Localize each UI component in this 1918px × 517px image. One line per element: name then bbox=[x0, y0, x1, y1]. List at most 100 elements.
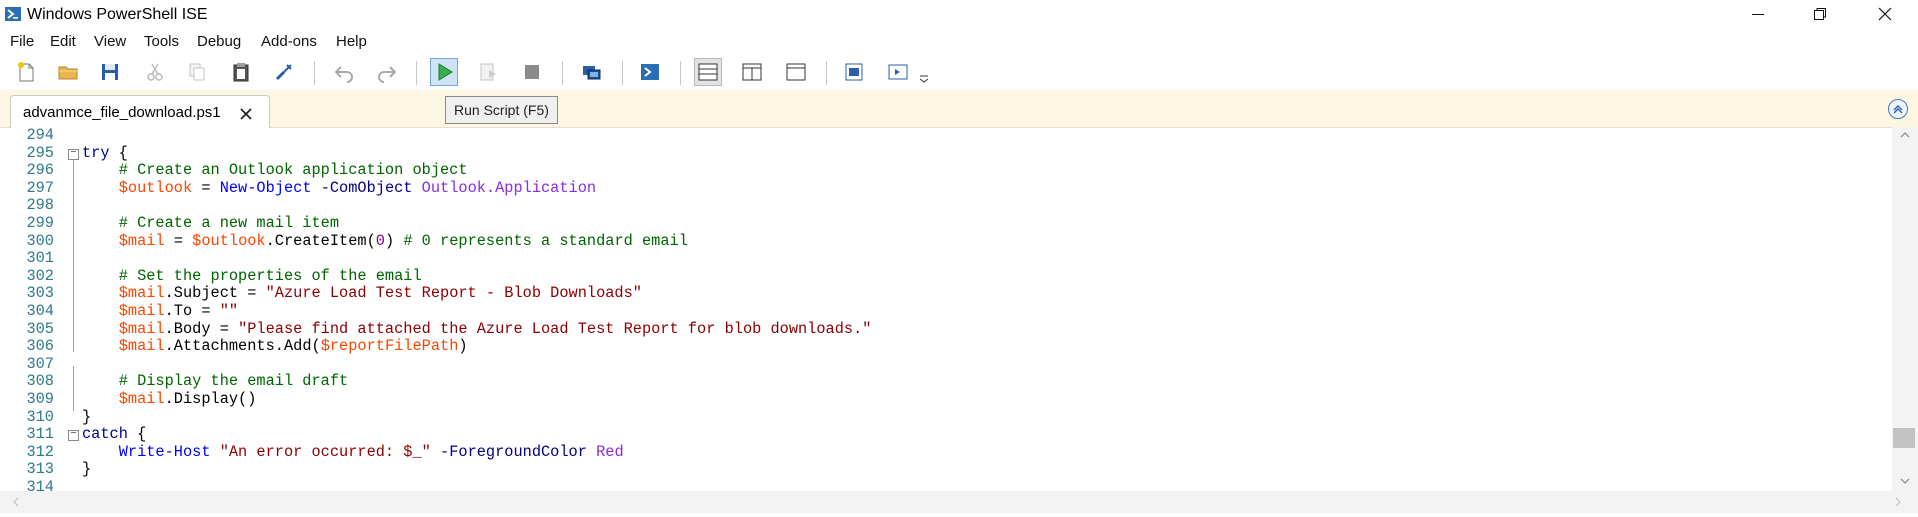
menu-debug[interactable]: Debug bbox=[197, 33, 241, 50]
show-script-pane-maximized-button[interactable] bbox=[782, 58, 810, 86]
fold-toggle-icon[interactable]: − bbox=[68, 430, 79, 442]
clipboard-icon bbox=[233, 63, 249, 82]
start-powershell-button[interactable] bbox=[636, 58, 664, 86]
redo-button[interactable] bbox=[373, 58, 401, 86]
window-title: Windows PowerShell ISE bbox=[27, 6, 208, 23]
run-selection-button[interactable] bbox=[474, 58, 502, 86]
vertical-scroll-thumb[interactable] bbox=[1893, 428, 1915, 448]
copy-button[interactable] bbox=[183, 58, 211, 86]
show-script-pane-top-button[interactable] bbox=[694, 58, 722, 86]
chevron-up-icon bbox=[1893, 105, 1903, 114]
code-line: 296 # Create an Outlook application obje… bbox=[0, 161, 1890, 180]
stop-button[interactable] bbox=[518, 58, 546, 86]
code-text: try { bbox=[82, 143, 128, 162]
layout-right-icon bbox=[742, 63, 762, 81]
tab-close-icon[interactable] bbox=[239, 102, 253, 126]
line-number: 303 bbox=[26, 284, 54, 303]
line-number: 309 bbox=[26, 390, 54, 408]
horizontal-scrollbar[interactable] bbox=[0, 491, 1918, 513]
clear-console-button[interactable] bbox=[270, 58, 298, 86]
open-folder-icon bbox=[58, 66, 78, 80]
collapse-script-pane-button[interactable] bbox=[1888, 99, 1908, 119]
cut-button[interactable] bbox=[141, 58, 169, 86]
code-line: 294 bbox=[0, 127, 1890, 145]
toolbar-overflow-button[interactable] bbox=[916, 58, 932, 86]
powershell-icon bbox=[641, 64, 659, 80]
copy-icon bbox=[189, 63, 205, 81]
menu-help[interactable]: Help bbox=[336, 33, 367, 50]
code-text: } bbox=[82, 407, 92, 426]
menu-view[interactable]: View bbox=[94, 33, 126, 50]
line-number: 299 bbox=[26, 214, 54, 232]
restore-button[interactable] bbox=[1790, 0, 1850, 30]
menu-tools[interactable]: Tools bbox=[144, 33, 179, 50]
code-text: $mail.Subject = "Azure Load Test Report … bbox=[118, 284, 642, 303]
code-text: $mail.Body = "Please find attached the A… bbox=[118, 319, 872, 338]
command-add-on-icon bbox=[888, 64, 908, 80]
line-number: 300 bbox=[26, 231, 54, 250]
redo-icon bbox=[378, 66, 397, 83]
menu-file[interactable]: File bbox=[10, 33, 34, 50]
undo-button[interactable] bbox=[330, 58, 358, 86]
code-text: } bbox=[82, 460, 92, 479]
line-number: 306 bbox=[26, 337, 54, 356]
code-line: 297 $outlook = New-Object -ComObject Out… bbox=[0, 178, 1890, 198]
menu-add-ons[interactable]: Add-ons bbox=[261, 33, 317, 50]
toolbar-separator bbox=[826, 61, 827, 85]
show-script-pane-right-button[interactable] bbox=[738, 58, 766, 86]
line-number: 296 bbox=[26, 161, 54, 180]
toolbar-separator bbox=[562, 61, 563, 85]
code-text: $mail.To = "" bbox=[118, 302, 239, 320]
new-file-icon bbox=[18, 62, 34, 82]
code-line: 299 # Create a new mail item bbox=[0, 214, 1890, 233]
code-line: 301 bbox=[0, 250, 1890, 268]
code-line: 314 bbox=[0, 478, 1890, 491]
paste-button[interactable] bbox=[227, 58, 255, 86]
save-icon bbox=[102, 64, 118, 80]
toolbar-separator bbox=[416, 61, 417, 85]
script-editor[interactable]: 294 295− try { 296 # Create an Outlook ap… bbox=[0, 127, 1892, 491]
powershell-ise-icon bbox=[5, 7, 21, 21]
layout-maximized-icon bbox=[786, 63, 806, 81]
code-line: 306 $mail.Attachments.Add($reportFilePat… bbox=[0, 337, 1890, 356]
show-command-window-button[interactable] bbox=[840, 58, 868, 86]
code-text: # Set the properties of the email bbox=[118, 266, 422, 285]
line-number: 301 bbox=[26, 249, 54, 268]
menu-edit[interactable]: Edit bbox=[50, 33, 76, 50]
line-number: 314 bbox=[26, 478, 54, 491]
layout-top-icon bbox=[698, 63, 718, 81]
code-text: $mail.Display() bbox=[118, 390, 257, 408]
minimize-button[interactable] bbox=[1728, 0, 1788, 30]
new-remote-tab-button[interactable] bbox=[577, 58, 605, 86]
line-number: 297 bbox=[26, 178, 54, 197]
line-number: 305 bbox=[26, 319, 54, 338]
run-script-button[interactable] bbox=[430, 58, 458, 86]
run-selection-icon bbox=[480, 63, 496, 81]
open-button[interactable] bbox=[54, 58, 82, 86]
run-script-tooltip: Run Script (F5) bbox=[445, 96, 558, 124]
show-command-add-on-button[interactable] bbox=[884, 58, 912, 86]
code-line: 308 # Display the email draft bbox=[0, 373, 1890, 391]
code-text: # Display the email draft bbox=[118, 372, 349, 391]
code-line: 303 $mail.Subject = "Azure Load Test Rep… bbox=[0, 285, 1890, 303]
menu-bar: File Edit View Tools Debug Add-ons Help bbox=[0, 30, 1918, 54]
close-button[interactable] bbox=[1855, 0, 1915, 30]
tab-label: advanmce_file_download.ps1 bbox=[23, 104, 221, 121]
brush-icon bbox=[275, 64, 292, 81]
code-text: catch { bbox=[82, 425, 147, 444]
line-number: 311 bbox=[26, 425, 54, 444]
code-text: $mail.Attachments.Add($reportFilePath) bbox=[118, 337, 468, 356]
line-number: 294 bbox=[26, 127, 54, 144]
tab-advanmce-file-download[interactable]: advanmce_file_download.ps1 bbox=[10, 95, 270, 128]
code-line: 300 $mail = $outlook.CreateItem(0) # 0 r… bbox=[0, 231, 1890, 251]
new-script-button[interactable] bbox=[12, 58, 40, 86]
code-text: # Create an Outlook application object bbox=[118, 161, 468, 180]
fold-toggle-icon[interactable]: − bbox=[68, 148, 79, 160]
line-number: 298 bbox=[26, 196, 54, 215]
save-button[interactable] bbox=[96, 58, 124, 86]
remote-computer-icon bbox=[583, 66, 601, 80]
horizontal-scroll-arrows-icon bbox=[13, 497, 1901, 507]
code-text: $mail = $outlook.CreateItem(0) # 0 repre… bbox=[118, 231, 688, 250]
play-icon bbox=[438, 63, 453, 81]
line-number: 312 bbox=[26, 442, 54, 461]
